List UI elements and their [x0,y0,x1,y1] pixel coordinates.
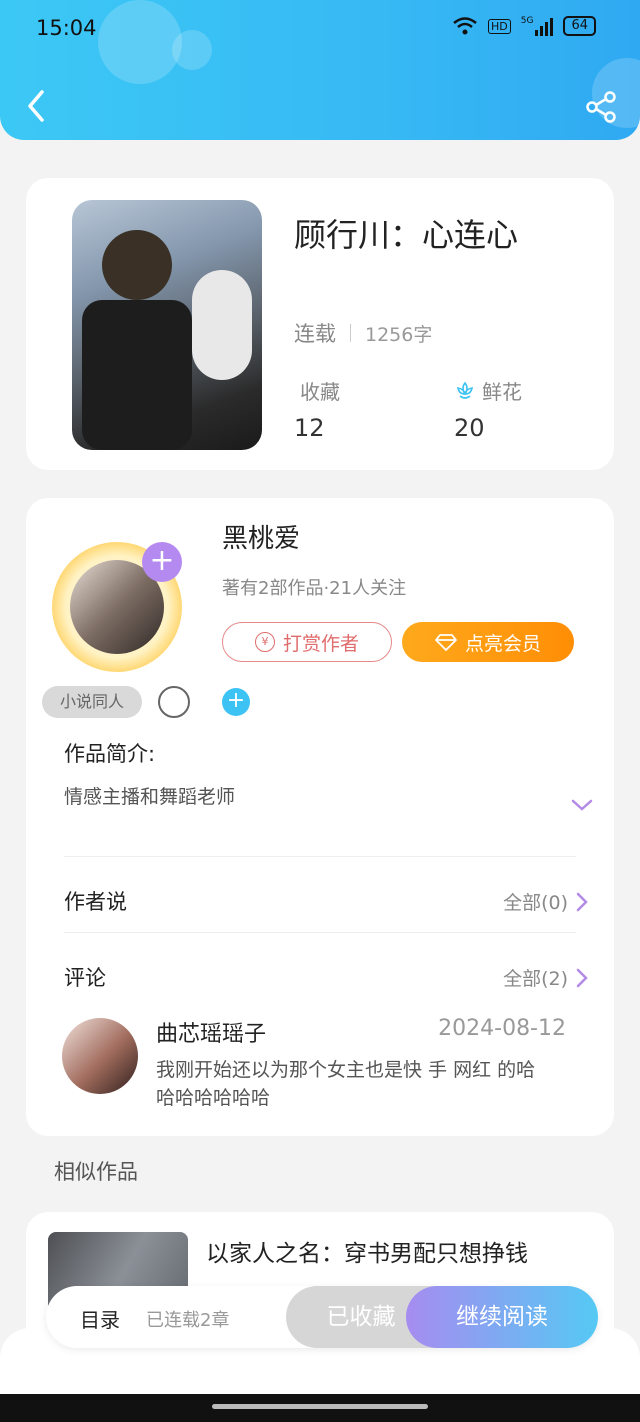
book-status: 连载 [294,322,336,346]
tag-chip[interactable]: 小说同人 [42,686,142,718]
divider [64,932,576,933]
book-cover[interactable] [72,200,262,450]
word-count: 1256字 [365,323,433,346]
divider [350,324,351,342]
battery-icon: 64 [563,16,596,36]
author-says-all: 全部(0) [503,892,568,914]
flower-count: 20 [454,414,485,442]
commenter-avatar[interactable] [62,1018,138,1094]
author-card: + 黑桃爱 著有2部作品·21人关注 ¥ 打赏作者 点亮会员 小说同人 + 作品… [26,498,614,1136]
chapter-count: 已连载2章 [146,1310,230,1331]
chevron-right-icon [576,968,588,987]
back-button[interactable] [22,88,52,124]
signal-icon: 5G [521,16,554,36]
tip-author-button[interactable]: ¥ 打赏作者 [222,622,392,662]
toc-button[interactable]: 目录 [80,1304,120,1333]
comments-all-link[interactable]: 全部(2) [503,964,588,991]
continue-reading-button[interactable]: 继续阅读 [406,1286,598,1348]
hd-icon: HD [488,18,511,34]
author-says-all-link[interactable]: 全部(0) [503,888,588,915]
add-tag-button[interactable]: + [222,688,250,716]
collect-count: 12 [294,414,325,442]
decor-bubble [98,0,182,84]
similar-works-label: 相似作品 [54,1160,138,1184]
intro-label: 作品简介: [64,742,156,766]
flower-stat[interactable]: 鲜花 [454,376,522,405]
similar-work-title: 以家人之名：穿书男配只想挣钱 [206,1241,528,1267]
vip-button[interactable]: 点亮会员 [402,622,574,662]
collect-label: 收藏 [300,380,340,404]
intro-text: 情感主播和舞蹈老师 [64,786,236,808]
book-info-card: 顾行川：心连心 连载 1256字 收藏 12 鲜花 20 [26,178,614,470]
author-says-label: 作者说 [64,890,127,914]
bottom-action-bar: 目录 已连载2章 已收藏 继续阅读 [46,1286,598,1348]
header: 15:04 HD 5G 64 [0,0,640,140]
decor-bubble [172,30,212,70]
comments-all: 全部(2) [503,968,568,990]
status-time: 15:04 [36,16,97,40]
share-button[interactable] [584,90,618,124]
commenter-name[interactable]: 曲芯瑶瑶子 [156,1016,266,1048]
tip-author-label: 打赏作者 [282,632,359,655]
coin-icon: ¥ [254,632,275,652]
chevron-right-icon [576,892,588,911]
system-nav-bar [0,1394,640,1422]
flower-label: 鲜花 [482,380,522,404]
book-title: 顾行川：心连心 [294,216,519,254]
home-indicator[interactable] [212,1404,428,1409]
book-meta: 连载 1256字 [294,318,432,348]
vip-label: 点亮会员 [464,632,541,655]
tag-circle[interactable] [158,686,190,718]
diamond-icon [435,634,457,651]
comment-date: 2024-08-12 [438,1016,566,1041]
comments-label: 评论 [64,966,106,990]
author-name[interactable]: 黑桃爱 [222,518,300,555]
status-icons: HD 5G 64 [452,16,596,36]
follow-author-button[interactable]: + [142,542,182,582]
divider [64,856,576,857]
author-stats: 著有2部作品·21人关注 [222,578,407,599]
expand-chevron-down-icon[interactable] [570,796,594,814]
flower-icon [457,381,473,399]
comment-text: 我刚开始还以为那个女主也是快 手 网红 的哈哈哈哈哈哈哈 [156,1059,536,1109]
wifi-icon [453,17,477,35]
